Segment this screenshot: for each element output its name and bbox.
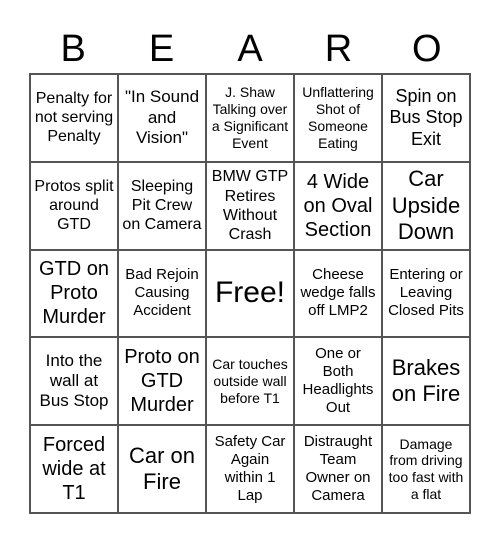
bingo-cell[interactable]: Protos split around GTD	[30, 161, 118, 250]
cell-text: Proto on GTD Murder	[124, 346, 200, 417]
cell-text: Damage from driving too fast with a flat	[388, 435, 464, 502]
bingo-cell[interactable]: Proto on GTD Murder	[118, 337, 206, 426]
cell-text: "In Sound and Vision"	[124, 87, 200, 148]
bingo-cell[interactable]: Unflattering Shot of Someone Eating	[294, 74, 382, 162]
bingo-cell[interactable]: GTD on Proto Murder	[30, 249, 118, 338]
header-letter: B	[60, 28, 86, 70]
bingo-cell[interactable]: Car touches outside wall before T1	[206, 337, 294, 426]
bingo-cell[interactable]: One or Both Headlights Out	[294, 337, 382, 426]
bingo-cell[interactable]: Spin on Bus Stop Exit	[382, 74, 470, 162]
cell-text: J. Shaw Talking over a Significant Event	[211, 84, 289, 151]
bingo-cell[interactable]: Cheese wedge falls off LMP2	[294, 249, 382, 338]
header-letter: E	[148, 28, 175, 70]
header-letter: R	[324, 28, 353, 70]
header-letter: O	[412, 28, 442, 70]
cell-text: Forced wide at T1	[42, 434, 106, 505]
bingo-cell[interactable]: Safety Car Again within 1 Lap	[206, 425, 294, 513]
cell-text: Penalty for not serving Penalty	[34, 90, 114, 146]
cell-text: 4 Wide on Oval Section	[303, 170, 373, 241]
bingo-cell[interactable]: Into the wall at Bus Stop	[30, 337, 118, 426]
bingo-cell[interactable]: Entering or Leaving Closed Pits	[382, 249, 470, 338]
bingo-cell[interactable]: Bad Rejoin Causing Accident	[118, 249, 206, 338]
cell-text: GTD on Proto Murder	[38, 258, 110, 329]
bingo-cell[interactable]: Car Upside Down	[382, 161, 470, 250]
bingo-cell[interactable]: Damage from driving too fast with a flat	[382, 425, 470, 513]
bingo-cell[interactable]: Forced wide at T1	[30, 425, 118, 513]
bingo-cell[interactable]: "In Sound and Vision"	[118, 74, 206, 162]
bingo-cell[interactable]: Penalty for not serving Penalty	[30, 74, 118, 162]
cell-text: Protos split around GTD	[34, 177, 114, 234]
cell-text: BMW GTP Retires Without Crash	[211, 168, 289, 243]
free-space[interactable]: Free!	[206, 249, 294, 338]
cell-text: Brakes on Fire	[391, 354, 461, 407]
cell-text: Into the wall at Bus Stop	[39, 350, 109, 411]
cell-text: Car on Fire	[128, 442, 196, 495]
cell-text: Car Upside Down	[391, 166, 461, 244]
cell-text: Distraught Team Owner on Camera	[303, 433, 373, 505]
cell-text: Car touches outside wall before T1	[212, 356, 288, 406]
header-letter: A	[237, 28, 263, 70]
bingo-cell[interactable]: Sleeping Pit Crew on Camera	[118, 161, 206, 250]
bingo-cell[interactable]: 4 Wide on Oval Section	[294, 161, 382, 250]
bingo-cell[interactable]: BMW GTP Retires Without Crash	[206, 161, 294, 250]
cell-text: Entering or Leaving Closed Pits	[388, 266, 464, 320]
cell-text: Sleeping Pit Crew on Camera	[122, 177, 202, 234]
bingo-cell[interactable]: Car on Fire	[118, 425, 206, 513]
bingo-header: B E A R O	[29, 26, 471, 72]
cell-text: Spin on Bus Stop Exit	[389, 85, 463, 149]
cell-text: One or Both Headlights Out	[302, 345, 374, 417]
cell-text: Bad Rejoin Causing Accident	[125, 266, 199, 320]
bingo-cell[interactable]: J. Shaw Talking over a Significant Event	[206, 74, 294, 162]
cell-text: Free!	[214, 276, 286, 310]
cell-text: Cheese wedge falls off LMP2	[300, 266, 376, 320]
bingo-card: Penalty for not serving Penalty "In Soun…	[29, 73, 471, 514]
cell-text: Safety Car Again within 1 Lap	[214, 433, 286, 505]
bingo-cell[interactable]: Brakes on Fire	[382, 337, 470, 426]
cell-text: Unflattering Shot of Someone Eating	[302, 84, 374, 151]
bingo-cell[interactable]: Distraught Team Owner on Camera	[294, 425, 382, 513]
